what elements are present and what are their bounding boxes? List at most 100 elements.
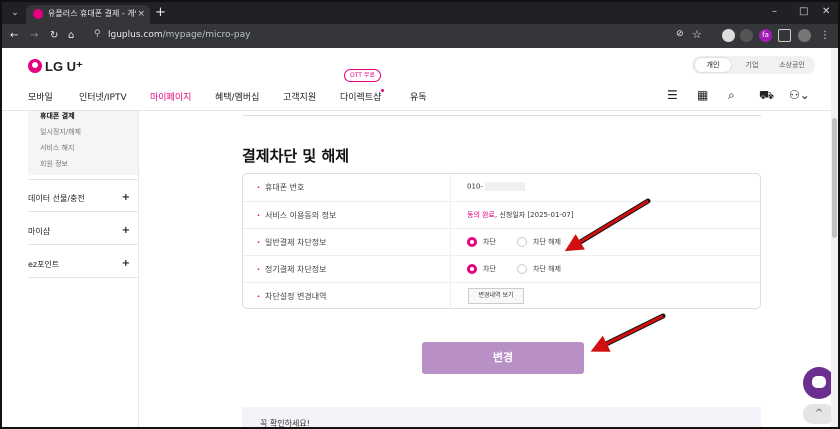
phone-number-prefix: 010- [467, 182, 483, 191]
submenu-cancel-service[interactable]: 서비스 해지 [40, 143, 74, 153]
gnb-mobile[interactable]: 모바일 [28, 90, 53, 103]
browser-menu-icon[interactable]: ⋮ [820, 29, 830, 43]
gnb-support[interactable]: 고객지원 [283, 90, 316, 103]
column-divider [450, 202, 451, 228]
notice-box: 꼭 확인하세요! [242, 407, 761, 427]
forward-button[interactable]: → [30, 29, 38, 43]
sidebar-data-gift-label: 데이터 선물/충전 [28, 194, 85, 203]
browser-tab[interactable]: 유플러스 휴대폰 결제 - 개인 | × [26, 5, 150, 24]
table-row-history: 차단설정 변경내역 변경내역 보기 [243, 282, 760, 309]
column-divider [450, 256, 451, 282]
gnb-udok[interactable]: 유독 [410, 90, 427, 103]
gnb-internet-iptv[interactable]: 인터넷/IPTV [79, 90, 127, 103]
gnb-direct-shop[interactable]: 다이렉트샵 [340, 90, 381, 103]
profile-avatar[interactable] [798, 29, 811, 42]
back-button[interactable]: ← [10, 29, 18, 43]
close-window-button[interactable]: ✕ [822, 5, 830, 19]
row-label: 서비스 이용동의 정보 [257, 210, 336, 221]
cart-icon[interactable]: ⛟ [759, 88, 774, 102]
table-row-general-block: 일반결제 차단정보 차단 차단 해제 [243, 228, 760, 255]
url-bar[interactable]: ⚲ lguplus.com/mypage/micro-pay ⊘ ☆ [86, 27, 716, 45]
general-unblock-label[interactable]: 차단 해제 [533, 237, 561, 247]
tab-list-button[interactable]: ⌄ [8, 6, 22, 20]
row-label: 휴대폰 번호 [257, 182, 304, 193]
consent-date: , 신청일자 [2025-01-07] [495, 211, 574, 219]
sidebar-myshop[interactable]: 마이샵 + [28, 225, 130, 237]
column-divider [450, 283, 451, 309]
column-divider [450, 174, 451, 200]
expand-plus-icon[interactable]: + [122, 258, 130, 269]
recurring-unblock-label[interactable]: 차단 해제 [533, 264, 561, 274]
user-menu-icon[interactable]: ⚇⌄ [789, 88, 810, 102]
tab-close-icon[interactable]: × [137, 8, 145, 20]
general-block-label[interactable]: 차단 [483, 237, 496, 247]
menu-hamburger-icon[interactable]: ☰ [667, 88, 678, 102]
minimize-button[interactable]: – [772, 5, 777, 19]
logo-text: LG U⁺ [45, 59, 83, 74]
sidebar-divider [28, 211, 138, 212]
expand-plus-icon[interactable]: + [122, 225, 130, 236]
recurring-unblock-radio[interactable] [517, 264, 527, 274]
reload-button[interactable]: ↻ [50, 29, 58, 43]
content-top-divider [243, 115, 761, 116]
submenu-member-info[interactable]: 회원 정보 [40, 159, 68, 169]
customer-type-toggle: 개인 기업 소상공인 [692, 56, 815, 74]
payment-block-table: 휴대폰 번호 010- 서비스 이용동의 정보 동의 완료, 신청일자 [202… [242, 173, 761, 309]
view-history-button[interactable]: 변경내역 보기 [468, 288, 524, 304]
extension-purple-icon[interactable]: fa [759, 29, 772, 42]
benefit-box-icon[interactable]: ▦ [697, 88, 708, 102]
sidebar-ez-point-label: ez포인트 [28, 260, 60, 269]
segment-small-business[interactable]: 소상공인 [772, 58, 812, 72]
sidebar-divider [28, 277, 138, 278]
site-info-icon[interactable]: ⚲ [94, 29, 101, 39]
search-icon[interactable]: ⌕ [728, 88, 735, 102]
segment-personal[interactable]: 개인 [695, 58, 731, 72]
url-path: /mypage/micro-pay [162, 30, 251, 40]
extension-ghost-icon[interactable] [740, 29, 753, 42]
consent-status: 동의 완료 [467, 211, 495, 219]
general-unblock-radio[interactable] [517, 237, 527, 247]
row-label: 차단설정 변경내역 [257, 291, 326, 302]
table-row-consent: 서비스 이용동의 정보 동의 완료, 신청일자 [2025-01-07] [243, 201, 760, 228]
scrollbar-thumb[interactable] [832, 118, 837, 238]
sidebar-ez-point[interactable]: ez포인트 + [28, 258, 130, 270]
address-toolbar: ← → ↻ ⌂ ⚲ lguplus.com/mypage/micro-pay ⊘… [2, 24, 838, 48]
maximize-button[interactable]: □ [799, 5, 808, 19]
ott-free-badge: OTT 무료 [344, 69, 381, 82]
arrow-to-change-button [595, 313, 666, 351]
lgu-logo-mark-icon [28, 59, 42, 73]
url-text: lguplus.com/mypage/micro-pay [108, 30, 250, 40]
page-scrollbar[interactable] [831, 48, 838, 427]
tab-strip: ⌄ 유플러스 휴대폰 결제 - 개인 | × + – □ ✕ [2, 2, 838, 24]
mypage-submenu: 휴대폰 결제 일시정지/해제 서비스 해지 회원 정보 [28, 111, 138, 175]
gnb-mypage[interactable]: 마이페이지 [150, 90, 191, 103]
gnb-benefits[interactable]: 혜택/멤버십 [215, 90, 259, 103]
recurring-block-radio[interactable] [467, 264, 477, 274]
masked-number [484, 182, 525, 191]
recurring-block-label[interactable]: 차단 [483, 264, 496, 274]
sidebar-divider [28, 179, 138, 180]
sidebar-data-gift[interactable]: 데이터 선물/충전 + [28, 192, 130, 204]
table-row-recurring-block: 정기결제 차단정보 차단 차단 해제 [243, 255, 760, 282]
sidebar-myshop-label: 마이샵 [28, 227, 51, 236]
eye-off-icon[interactable]: ⊘ [676, 29, 684, 39]
row-label: 일반결제 차단정보 [257, 237, 326, 248]
general-block-radio[interactable] [467, 237, 477, 247]
expand-plus-icon[interactable]: + [122, 192, 130, 203]
submenu-pause[interactable]: 일시정지/해제 [40, 127, 81, 137]
tab-title: 유플러스 휴대폰 결제 - 개인 | [48, 9, 136, 18]
segment-business[interactable]: 기업 [734, 58, 770, 72]
change-button[interactable]: 변경 [422, 342, 584, 374]
page-title: 결제차단 및 해제 [242, 147, 350, 165]
home-button[interactable]: ⌂ [68, 29, 74, 43]
extension-circle-icon[interactable] [722, 29, 735, 42]
extensions-puzzle-icon[interactable] [778, 29, 791, 42]
submenu-micro-pay[interactable]: 휴대폰 결제 [40, 111, 75, 121]
bookmark-star-icon[interactable]: ☆ [692, 28, 702, 41]
web-page: LG U⁺ 개인 기업 소상공인 모바일 인터넷/IPTV 마이페이지 혜택/멤… [2, 48, 838, 427]
new-tab-button[interactable]: + [155, 5, 166, 20]
phone-number-value: 010- [467, 182, 525, 191]
new-dot-badge [381, 89, 384, 92]
table-row-phone: 휴대폰 번호 010- [243, 174, 760, 201]
url-host: lguplus.com [108, 30, 163, 40]
